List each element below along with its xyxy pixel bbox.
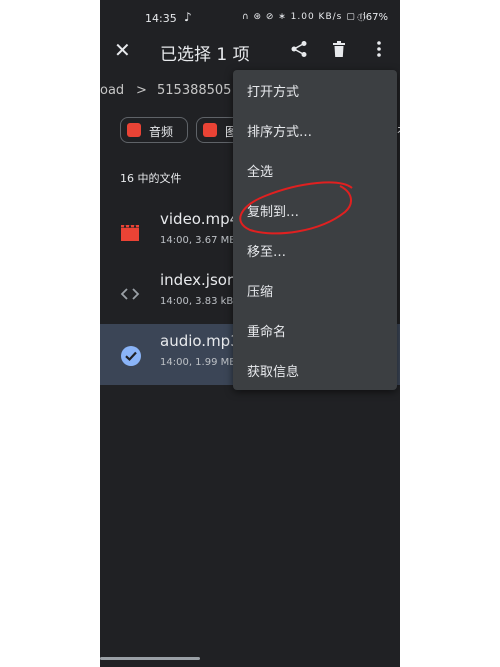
menu-item-label: 复制到…: [247, 205, 300, 220]
file-meta: 14:00, 3.83 kB,: [160, 296, 237, 307]
music-note-icon: ♪: [184, 10, 192, 24]
check-circle-icon: [120, 345, 141, 366]
audio-icon: [127, 123, 141, 137]
menu-item-sort-by[interactable]: 排序方式…: [233, 110, 397, 150]
chip-audio-label: 音频: [149, 125, 174, 139]
battery-indicator: ◌67%: [357, 12, 388, 23]
file-name: audio.mp3: [160, 332, 240, 350]
menu-item-label: 全选: [247, 165, 274, 180]
breadcrumb-prev[interactable]: oad: [100, 83, 124, 98]
menu-item-move-to[interactable]: 移至…: [233, 230, 397, 270]
image-icon: [203, 123, 217, 137]
menu-item-label: 排序方式…: [247, 125, 313, 140]
chip-edge-fragment: 礻: [397, 122, 400, 139]
menu-item-open-with[interactable]: 打开方式: [233, 70, 397, 110]
menu-item-label: 获取信息: [247, 365, 300, 380]
menu-item-rename[interactable]: 重命名: [233, 310, 397, 350]
file-meta: 14:00, 3.67 MB: [160, 235, 237, 246]
overflow-menu: 打开方式 排序方式… 全选 复制到… 移至… 压缩 重命名 获取信息: [233, 70, 397, 390]
code-file-icon: [120, 284, 140, 304]
menu-item-select-all[interactable]: 全选: [233, 150, 397, 190]
file-name: index.json: [160, 271, 237, 289]
close-icon[interactable]: ✕: [114, 38, 131, 62]
status-bar: 14:35 ♪ ∩ ⊛ ⊘ ∗ 1.00 KB/s ▢ ıl ◌67%: [100, 0, 400, 36]
breadcrumb-current[interactable]: 515388505: [157, 83, 231, 98]
selection-title: 已选择 1 项: [160, 45, 250, 65]
video-file-icon: [120, 223, 140, 243]
file-name: video.mp4: [160, 210, 240, 228]
menu-item-compress[interactable]: 压缩: [233, 270, 397, 310]
menu-item-label: 移至…: [247, 245, 287, 260]
menu-item-label: 压缩: [247, 285, 274, 300]
chip-audio[interactable]: 音频: [120, 117, 188, 143]
menu-item-copy-to[interactable]: 复制到…: [233, 190, 397, 230]
app-bar: ✕ 已选择 1 项: [100, 36, 400, 66]
menu-item-label: 重命名: [247, 325, 287, 340]
file-meta: 14:00, 1.99 MB: [160, 357, 237, 368]
file-count-label: 16 中的文件: [120, 172, 182, 185]
menu-item-get-info[interactable]: 获取信息: [233, 350, 397, 390]
menu-item-label: 打开方式: [247, 85, 300, 100]
delete-icon[interactable]: [330, 40, 348, 62]
more-vert-icon[interactable]: [370, 40, 388, 62]
breadcrumb-separator: >: [136, 83, 147, 98]
status-indicators: ∩ ⊛ ⊘ ∗ 1.00 KB/s ▢ ıl: [242, 12, 367, 22]
home-indicator[interactable]: [100, 657, 200, 660]
share-icon[interactable]: [290, 40, 308, 62]
phone-screen: 14:35 ♪ ∩ ⊛ ⊘ ∗ 1.00 KB/s ▢ ıl ◌67% ✕ 已选…: [100, 0, 400, 667]
status-time: 14:35: [145, 12, 177, 25]
